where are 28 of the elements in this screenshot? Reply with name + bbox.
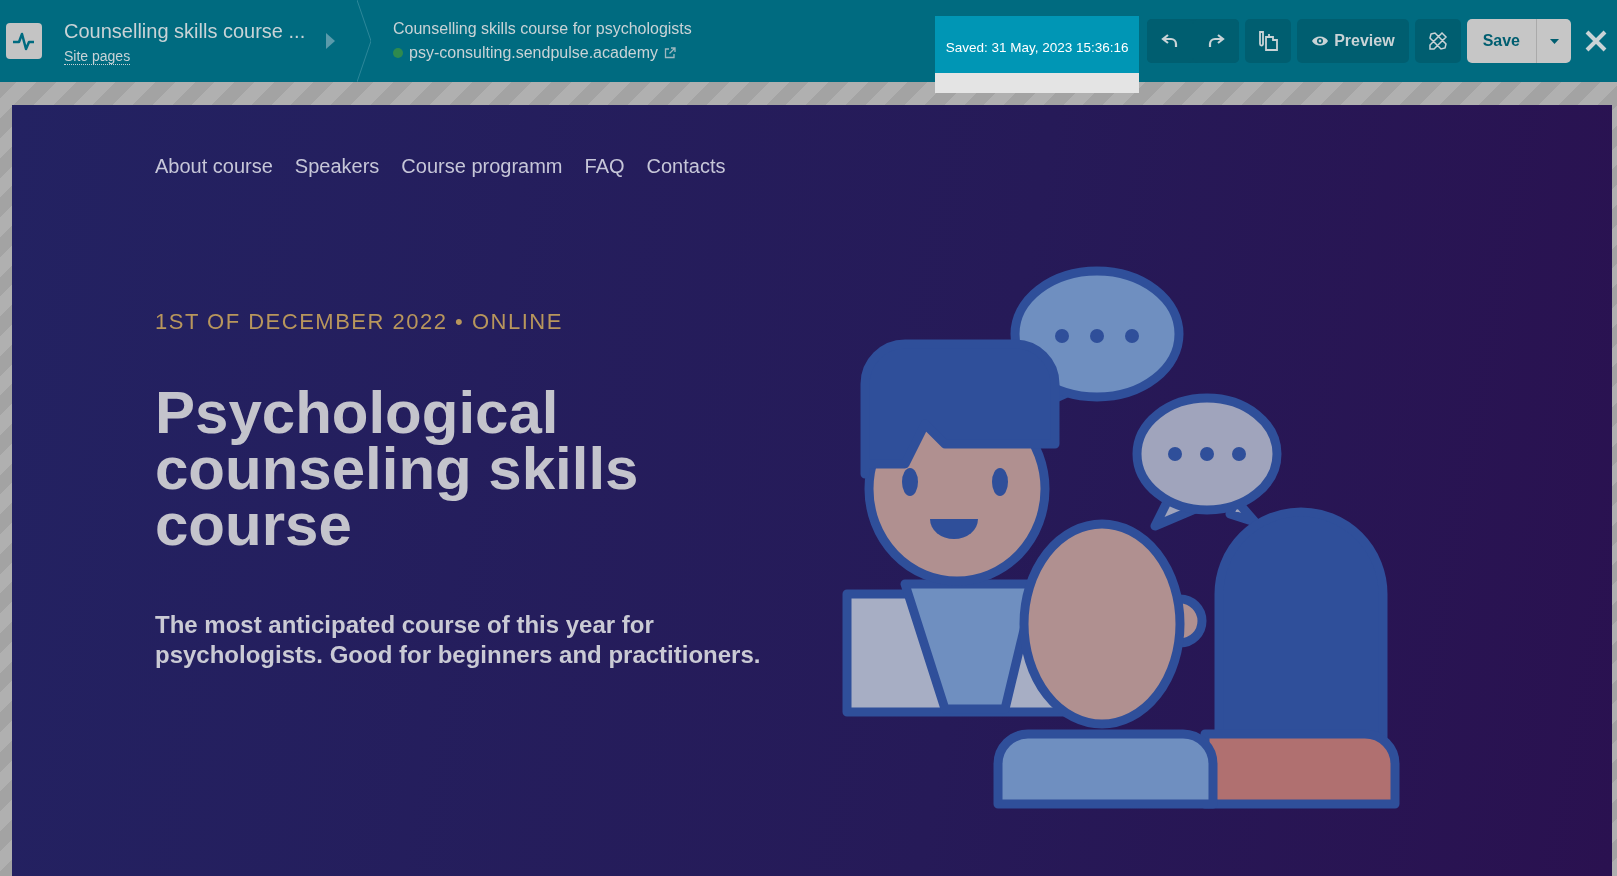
nav-link[interactable]: Course programm xyxy=(401,155,563,178)
style-button[interactable] xyxy=(1245,19,1292,63)
caret-down-icon xyxy=(1549,38,1559,44)
redo-icon xyxy=(1207,32,1226,50)
saved-status: Saved: 31 May, 2023 15:36:16 xyxy=(935,16,1140,93)
pencil-ruler-icon xyxy=(1426,30,1449,52)
site-pages-link[interactable]: Site pages xyxy=(64,47,131,65)
event-date: 1ST OF DECEMBER 2022 • ONLINE xyxy=(155,309,564,335)
hero-subtitle: The most anticipated course of this year for psychologists. Good for beginners and practitioners. xyxy=(155,610,762,670)
site-title: Counselling skills course ... xyxy=(64,18,306,44)
close-icon xyxy=(1585,30,1607,52)
nav-link[interactable]: FAQ xyxy=(584,155,625,178)
eye-icon xyxy=(1311,34,1330,48)
external-link-icon[interactable] xyxy=(664,47,677,59)
nav-link[interactable]: About course xyxy=(155,155,273,178)
save-button[interactable]: Save xyxy=(1466,19,1537,63)
hero-heading: Psychological counseling skills course xyxy=(155,385,640,553)
preview-button[interactable]: Preview xyxy=(1297,19,1409,63)
save-options-button[interactable] xyxy=(1537,19,1571,63)
nav-link[interactable]: Speakers xyxy=(294,155,380,178)
brush-pages-icon xyxy=(1256,29,1281,53)
status-dot xyxy=(393,48,403,58)
pencil-ruler-button[interactable] xyxy=(1414,19,1461,63)
domain-link[interactable]: psy-consulting.sendpulse.academy xyxy=(409,44,659,62)
pulse-logo-icon[interactable] xyxy=(6,23,42,59)
nav-link[interactable]: Contacts xyxy=(646,155,726,178)
page-title: Counselling skills course for psychologists xyxy=(393,20,692,38)
undo-icon xyxy=(1161,32,1180,50)
